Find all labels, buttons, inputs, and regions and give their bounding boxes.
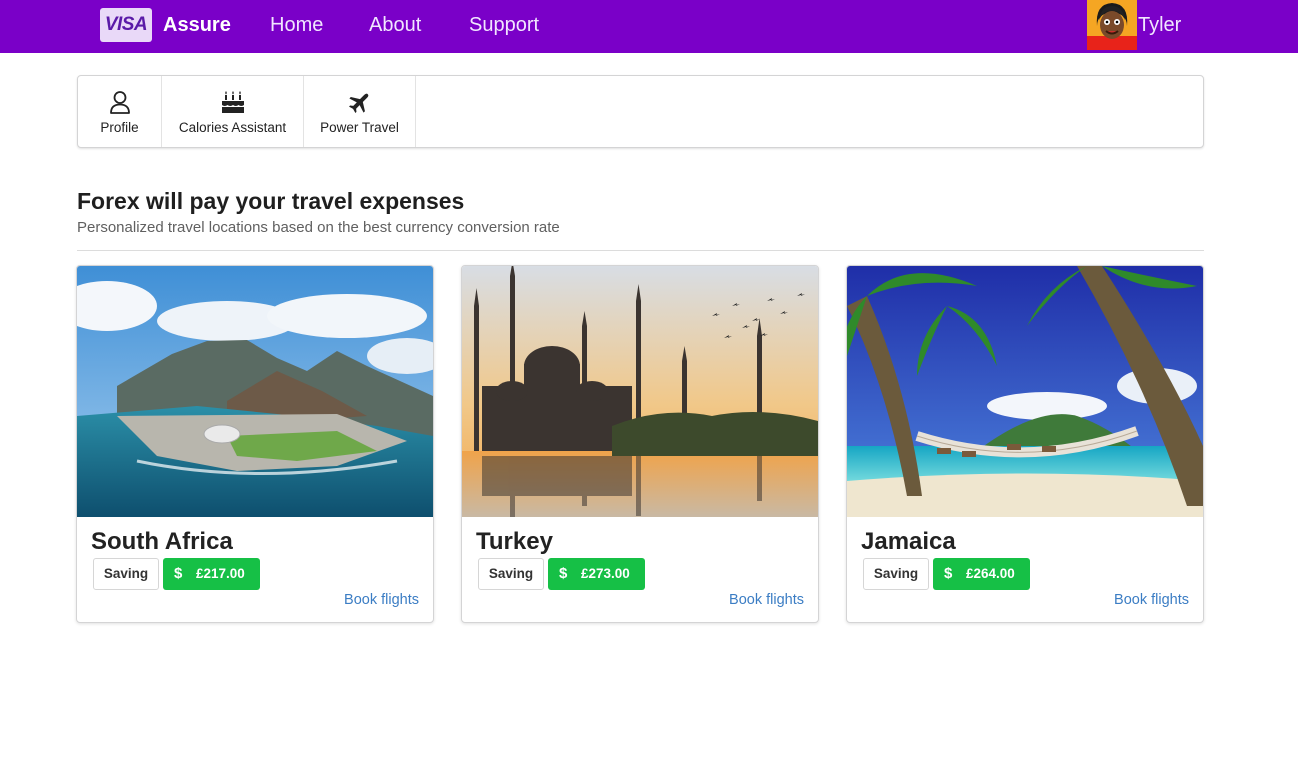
brand-name[interactable]: Assure: [163, 14, 231, 37]
destination-card-turkey[interactable]: Turkey Saving $ £273.00 Book flights: [461, 265, 819, 623]
divider: [77, 250, 1204, 251]
plane-icon: [347, 89, 373, 115]
feature-menu: Profile Calories Assistant Power Travel: [77, 75, 1204, 148]
book-flights-link[interactable]: Book flights: [344, 592, 419, 608]
birthday-cake-icon: [220, 89, 246, 115]
saving-label: Saving: [93, 558, 159, 590]
saving-amount: £264.00: [966, 566, 1015, 581]
menu-item-label: Power Travel: [320, 120, 399, 135]
menu-item-power-travel[interactable]: Power Travel: [304, 76, 416, 147]
saving-amount-badge: $ £217.00: [163, 558, 260, 590]
saving-amount-badge: $ £273.00: [548, 558, 645, 590]
book-flights-link[interactable]: Book flights: [1114, 592, 1189, 608]
user-icon: [107, 89, 133, 115]
menu-item-calories-assistant[interactable]: Calories Assistant: [162, 76, 304, 147]
destination-card-south-africa[interactable]: South Africa Saving $ £217.00 Book fligh…: [76, 265, 434, 623]
saving-label: Saving: [478, 558, 544, 590]
nav-about-link[interactable]: About: [369, 14, 421, 37]
saving-label: Saving: [863, 558, 929, 590]
saving-amount: £273.00: [581, 566, 630, 581]
destination-image-jamaica: [847, 266, 1203, 517]
destination-name: Turkey: [476, 528, 553, 555]
top-navbar: VISA Assure Home About Support Tyler: [0, 0, 1298, 53]
book-flights-link[interactable]: Book flights: [729, 592, 804, 608]
menu-item-label: Profile: [100, 120, 139, 135]
saving-amount: £217.00: [196, 566, 245, 581]
destination-image-south-africa: [77, 266, 433, 517]
destination-card-jamaica[interactable]: Jamaica Saving $ £264.00 Book flights: [846, 265, 1204, 623]
nav-home-link[interactable]: Home: [270, 14, 323, 37]
visa-logo[interactable]: VISA: [100, 8, 152, 42]
saving-amount-badge: $ £264.00: [933, 558, 1030, 590]
destination-name: Jamaica: [861, 528, 956, 555]
dollar-icon: $: [944, 565, 953, 582]
section-subtitle: Personalized travel locations based on t…: [77, 219, 560, 236]
menu-item-label: Calories Assistant: [178, 120, 287, 135]
section-title: Forex will pay your travel expenses: [77, 188, 465, 214]
destination-name: South Africa: [91, 528, 233, 555]
menu-item-profile[interactable]: Profile: [78, 76, 162, 147]
user-avatar[interactable]: [1087, 0, 1137, 50]
dollar-icon: $: [559, 565, 568, 582]
user-name[interactable]: Tyler: [1138, 14, 1181, 37]
destination-image-turkey: [462, 266, 818, 517]
nav-support-link[interactable]: Support: [469, 14, 539, 37]
dollar-icon: $: [174, 565, 183, 582]
